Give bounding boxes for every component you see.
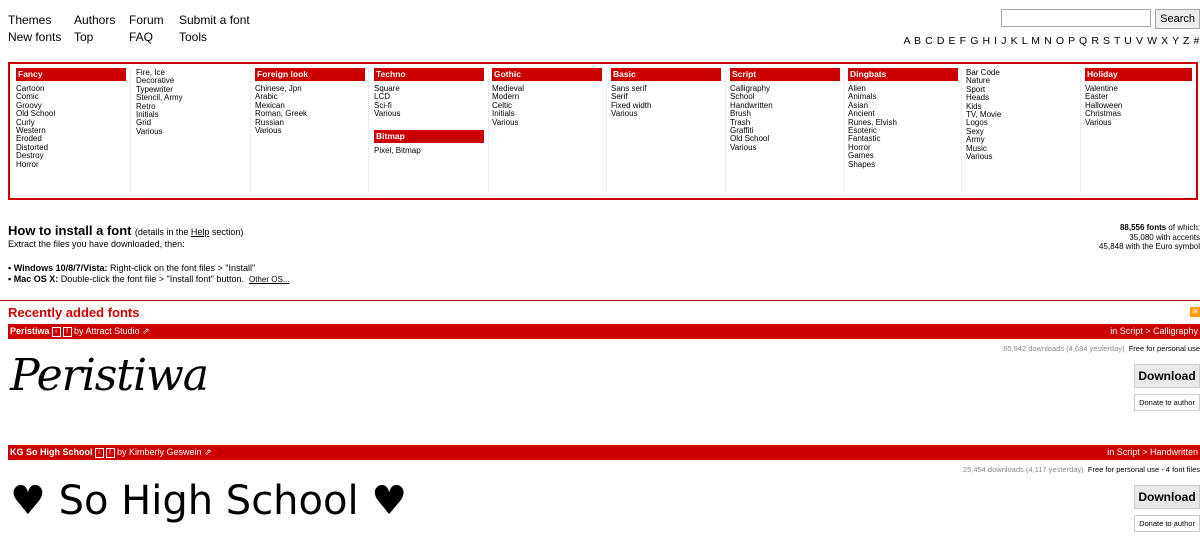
nav-themes[interactable]: Themes: [8, 12, 74, 29]
nav-new-fonts[interactable]: New fonts: [8, 29, 74, 46]
help-link[interactable]: Help: [191, 227, 210, 237]
category-header-techno[interactable]: Techno: [374, 68, 484, 81]
category-header-basic[interactable]: Basic: [611, 68, 721, 81]
font-name-link[interactable]: Peristiwa: [10, 326, 50, 336]
category-column-techno: Techno Square LCD Sci-fi Various Bitmap …: [374, 68, 484, 155]
category-link[interactable]: Shapes: [848, 160, 958, 169]
search-form: Search: [1001, 9, 1200, 29]
recent-fonts-title: Recently added fonts: [8, 305, 140, 320]
category-link[interactable]: Various: [136, 127, 246, 136]
nav-faq[interactable]: FAQ: [129, 29, 179, 46]
category-header-foreign-look[interactable]: Foreign look: [255, 68, 365, 81]
category-link[interactable]: Various: [730, 143, 840, 152]
nav-tools[interactable]: Tools: [179, 29, 207, 46]
font-header-bar: KG So High School i f by Kimberly Geswein …: [8, 445, 1200, 460]
top-navigation: Themes Authors Forum Submit a font New f…: [8, 12, 250, 46]
category-link[interactable]: Pixel, Bitmap: [374, 146, 484, 155]
font-header-bar: Peristiwa i f by Attract Studio ⇗ in Scrip…: [8, 324, 1200, 339]
font-category-link[interactable]: in Script > Calligraphy: [1110, 324, 1198, 339]
category-link[interactable]: Various: [1085, 118, 1192, 127]
nav-forum[interactable]: Forum: [129, 12, 179, 29]
font-preview[interactable]: ♥ So High School ♥: [10, 478, 407, 524]
font-name-link[interactable]: KG So High School: [10, 447, 93, 457]
other-os-link[interactable]: Other OS...: [249, 275, 289, 284]
category-column-basic: Basic Sans serif Serif Fixed width Vario…: [611, 68, 721, 119]
category-link[interactable]: Square: [374, 84, 484, 93]
search-button[interactable]: Search: [1155, 9, 1200, 29]
category-link[interactable]: Sans serif: [611, 84, 721, 93]
install-subtitle: (details in the Help section): [134, 227, 244, 237]
nav-top[interactable]: Top: [74, 29, 129, 46]
nav-authors[interactable]: Authors: [74, 12, 129, 29]
category-column-script: Script Calligraphy School Handwritten Br…: [730, 68, 840, 152]
category-link[interactable]: Various: [255, 126, 365, 135]
category-header-script[interactable]: Script: [730, 68, 840, 81]
download-button[interactable]: Download: [1134, 485, 1200, 509]
install-os-list: ▪ Windows 10/8/7/Vista: Right-click on t…: [8, 263, 290, 284]
external-link-icon[interactable]: ⇗: [204, 447, 212, 457]
font-info-icon[interactable]: i: [51, 326, 61, 337]
category-column-dingbats-more: Bar Code Nature Sport Heads Kids TV, Mov…: [966, 68, 1076, 161]
external-link-icon[interactable]: ⇗: [142, 326, 150, 336]
font-preview[interactable]: Peristiwa: [10, 350, 209, 401]
category-column-holiday: Holiday Valentine Easter Halloween Chris…: [1085, 68, 1192, 127]
category-column-gothic: Gothic Medieval Modern Celtic Initials V…: [492, 68, 602, 127]
download-button[interactable]: Download: [1134, 364, 1200, 388]
category-column-dingbats: Dingbats Alien Animals Asian Ancient Run…: [848, 68, 958, 169]
font-download-info: 25,454 downloads (4,117 yesterday) Free …: [962, 465, 1200, 474]
install-heading: How to install a font (details in the He…: [8, 223, 243, 238]
font-author-link[interactable]: by Kimberly Geswein: [117, 447, 202, 457]
rss-icon[interactable]: ≋: [1190, 307, 1200, 317]
category-link[interactable]: Initials: [136, 110, 246, 119]
font-file-icon[interactable]: f: [62, 326, 72, 337]
font-file-icon[interactable]: f: [105, 447, 115, 458]
font-category-link[interactable]: in Script > Handwritten: [1107, 445, 1198, 460]
font-download-info: 65,942 downloads (4,684 yesterday) Free …: [1003, 344, 1200, 353]
donate-button[interactable]: Donate to author: [1134, 515, 1200, 532]
alphabet-index[interactable]: A B C D E F G H I J K L M N O P Q R S T …: [903, 35, 1200, 47]
category-link[interactable]: Various: [492, 118, 602, 127]
category-link[interactable]: Horror: [16, 160, 126, 169]
category-link[interactable]: Various: [611, 109, 721, 118]
category-link[interactable]: Various: [374, 109, 484, 118]
category-header-gothic[interactable]: Gothic: [492, 68, 602, 81]
category-column-fancy-more: Fire, Ice Decorative Typewriter Stencil,…: [136, 68, 246, 136]
nav-submit-font[interactable]: Submit a font: [179, 12, 250, 29]
category-column-fancy: Fancy Cartoon Comic Groovy Old School Cu…: [16, 68, 126, 169]
category-menu: Fancy Cartoon Comic Groovy Old School Cu…: [8, 62, 1198, 200]
search-input[interactable]: [1001, 9, 1152, 27]
category-header-fancy[interactable]: Fancy: [16, 68, 126, 81]
font-author-link[interactable]: by Attract Studio: [74, 326, 140, 336]
font-stats: 88,556 fonts of which: 35,080 with accen…: [1099, 223, 1200, 251]
category-link[interactable]: Various: [966, 152, 1076, 161]
category-header-bitmap[interactable]: Bitmap: [374, 129, 484, 143]
install-title: How to install a font: [8, 223, 132, 238]
category-column-foreign: Foreign look Chinese, Jpn Arabic Mexican…: [255, 68, 365, 135]
install-extract-text: Extract the files you have downloaded, t…: [8, 239, 185, 249]
category-link[interactable]: Heads: [966, 93, 1076, 102]
category-header-dingbats[interactable]: Dingbats: [848, 68, 958, 81]
font-info-icon[interactable]: i: [94, 447, 104, 458]
donate-button[interactable]: Donate to author: [1134, 394, 1200, 411]
category-header-holiday[interactable]: Holiday: [1085, 68, 1192, 81]
